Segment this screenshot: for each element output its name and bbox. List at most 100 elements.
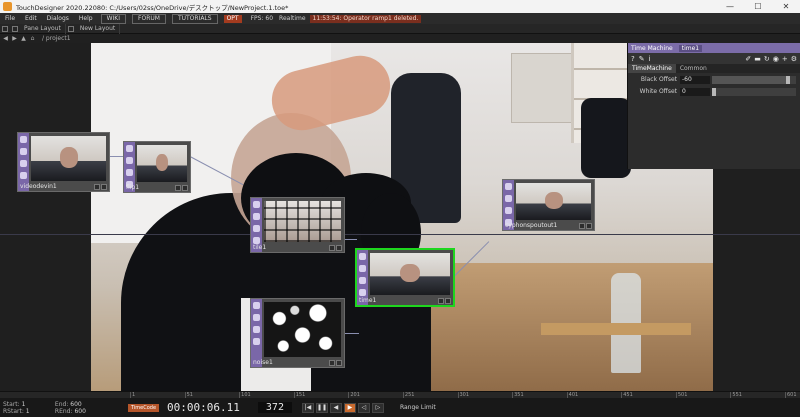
opt-badge[interactable]: OPT	[223, 14, 242, 23]
transport-controls: |◀ ❚❚ ◀ ▶ ◁ ▷	[301, 402, 386, 413]
forum-button[interactable]: FORUM	[132, 13, 166, 24]
parameter-panel: Time Machine time1 ? ✎ i ✐ ▬ ↻ ◉ + ⚙ Tim…	[627, 43, 800, 169]
wire-tile-time	[345, 239, 357, 240]
wire-videodevin-flip	[110, 156, 124, 157]
menu-dialogs[interactable]: Dialogs	[42, 15, 74, 22]
black-offset-field[interactable]: -60	[680, 75, 710, 84]
node-flip[interactable]: flip1	[123, 141, 191, 193]
timeline-ruler[interactable]: 1 51 101 151 201 251 301 351 401 451 501 551 601	[0, 391, 800, 399]
step-forward-icon[interactable]: ▷	[371, 402, 384, 413]
rstart-label: RStart:	[3, 407, 24, 415]
timecode-button[interactable]: TimeCode	[128, 403, 160, 412]
parameter-header: Time Machine time1	[628, 43, 800, 53]
range-limit-toggle[interactable]: Range Limit	[400, 404, 436, 411]
node-preview	[264, 201, 341, 242]
white-offset-slider[interactable]	[712, 87, 796, 96]
frame-field[interactable]: 372	[257, 402, 292, 413]
comment-icon[interactable]: ▬	[754, 55, 761, 63]
path-bar: ◀ ▶ ▲ ⌂ / project1	[0, 34, 800, 43]
play-backward-icon[interactable]: ◀	[329, 402, 342, 413]
timecode-readout: 00:00:06.11	[167, 401, 240, 414]
back-icon[interactable]: ◀	[2, 35, 9, 42]
param-label: Black Offset	[640, 76, 677, 83]
window-title: TouchDesigner 2020.22080: C:/Users/02ss/…	[16, 3, 289, 12]
parameter-tabs: TimeMachine Common	[628, 64, 800, 73]
pause-icon[interactable]: ❚❚	[315, 402, 328, 413]
end-value[interactable]: 600	[70, 401, 81, 408]
start-value[interactable]: 1	[22, 401, 26, 408]
menu-bar: File Edit Dialogs Help WIKI FORUM TUTORI…	[0, 13, 800, 24]
python-icon[interactable]: ✎	[639, 55, 645, 63]
tab-common[interactable]: Common	[676, 64, 711, 73]
forward-icon[interactable]: ▶	[11, 35, 18, 42]
param-black-offset: Black Offset -60	[628, 74, 800, 85]
range-readout: Start: 1 End: 600 RStart: 1 REnd: 600	[0, 401, 112, 415]
node-preview	[264, 302, 341, 357]
node-label: cyphonspoutout1	[505, 222, 558, 229]
node-preview	[31, 136, 106, 181]
node-label: time1	[359, 297, 377, 304]
status-message[interactable]: 11:53:54: Operator ramp1 deleted.	[309, 14, 422, 23]
network-path[interactable]: / project1	[42, 35, 71, 42]
timeline-bar: Start: 1 End: 600 RStart: 1 REnd: 600 Ti…	[0, 398, 800, 417]
menu-help[interactable]: Help	[74, 15, 98, 22]
tutorials-button[interactable]: TUTORIALS	[171, 13, 218, 24]
node-label: flip1	[126, 184, 140, 191]
refresh-icon[interactable]: ↻	[764, 55, 770, 63]
operator-name-field[interactable]: time1	[678, 44, 703, 52]
rend-value[interactable]: 600	[74, 408, 85, 415]
background-camera-feed	[91, 43, 713, 391]
tab-timemachine[interactable]: TimeMachine	[628, 64, 676, 73]
realtime-toggle[interactable]: Realtime	[279, 15, 306, 22]
up-icon[interactable]: ▲	[20, 35, 27, 42]
title-bar: TouchDesigner 2020.22080: C:/Users/02ss/…	[0, 0, 800, 13]
touchdesigner-logo-icon	[3, 2, 12, 11]
node-videodevin[interactable]: videodevin1	[17, 132, 110, 192]
node-noise[interactable]: noise1	[250, 298, 345, 368]
edit-icon[interactable]: ✐	[745, 55, 751, 63]
new-layout-button[interactable]: New Layout	[76, 23, 121, 34]
end-label: End:	[54, 400, 69, 408]
node-preview	[516, 183, 591, 220]
rstart-value[interactable]: 1	[26, 408, 30, 415]
info-icon[interactable]: i	[649, 55, 651, 63]
param-white-offset: White Offset 0	[628, 86, 800, 97]
pane-split-icon[interactable]	[2, 25, 8, 32]
node-time[interactable]: time1	[355, 248, 455, 307]
menu-edit[interactable]: Edit	[20, 15, 42, 22]
node-tile[interactable]: tile1	[250, 197, 345, 253]
black-offset-slider[interactable]	[712, 75, 796, 84]
node-label: tile1	[253, 244, 267, 251]
help-icon[interactable]: ?	[631, 55, 635, 63]
node-preview	[137, 145, 187, 182]
start-label: Start:	[3, 400, 20, 408]
step-back-icon[interactable]: ◁	[357, 402, 370, 413]
pane-layout-button[interactable]: Pane Layout	[20, 23, 66, 34]
node-label: videodevin1	[20, 183, 57, 190]
maximize-button[interactable]: ☐	[744, 0, 772, 13]
add-icon[interactable]: +	[782, 55, 788, 63]
node-spout-out[interactable]: cyphonspoutout1	[502, 179, 595, 231]
pane-bar: Pane Layout New Layout	[0, 23, 800, 34]
fps-readout: FPS: 60	[250, 15, 274, 22]
minimize-button[interactable]: —	[716, 0, 744, 13]
menu-file[interactable]: File	[0, 15, 20, 22]
pin-icon[interactable]: ◉	[773, 55, 779, 63]
close-button[interactable]: ✕	[772, 0, 800, 13]
node-label: noise1	[253, 359, 273, 366]
pane-layout-icon[interactable]	[67, 25, 74, 32]
white-offset-field[interactable]: 0	[680, 87, 710, 96]
wire-noise-time	[345, 333, 359, 334]
param-label: White Offset	[639, 88, 677, 95]
pane-split-vertical-icon[interactable]	[12, 25, 18, 32]
home-icon[interactable]: ⌂	[29, 35, 36, 42]
operator-type: Time Machine	[631, 44, 673, 52]
settings-icon[interactable]: ⚙	[791, 55, 797, 63]
rend-label: REnd:	[54, 407, 73, 415]
wiki-button[interactable]: WIKI	[100, 13, 127, 24]
play-icon[interactable]: ▶	[343, 402, 356, 413]
reset-icon[interactable]: |◀	[301, 402, 314, 413]
window-controls: — ☐ ✕	[716, 0, 800, 13]
parameter-toolbar: ? ✎ i ✐ ▬ ↻ ◉ + ⚙	[628, 53, 800, 64]
node-preview	[370, 253, 450, 295]
